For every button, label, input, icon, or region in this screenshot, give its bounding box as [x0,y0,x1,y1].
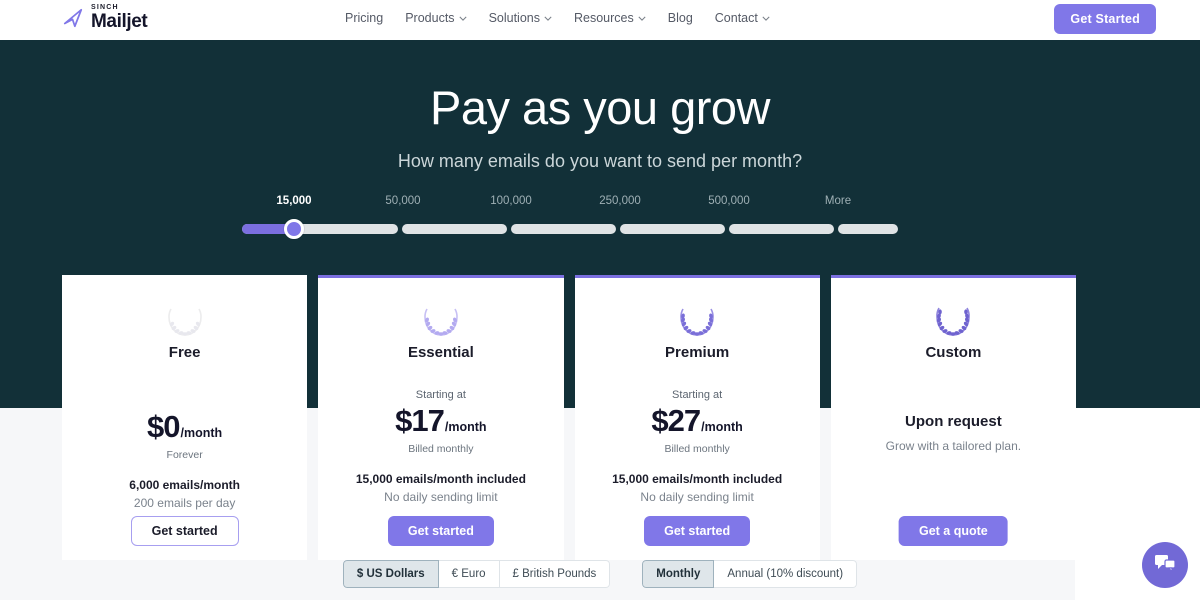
logo-sinch-text: SINCH [91,4,119,11]
nav-item-resources[interactable]: Resources [574,11,646,25]
plan-billing-note: Billed monthly [408,443,474,455]
mailjet-logo[interactable]: SINCH Mailjet [62,4,148,32]
plan-price-row: $0 /month [76,409,293,445]
plan-cta-button[interactable]: Get started [387,516,494,546]
plan-included: 6,000 emails/month [129,478,240,492]
plan-price: $27 [651,403,701,438]
plan-cta-button[interactable]: Get started [130,516,239,546]
plan-cta-button[interactable]: Get started [644,516,751,546]
plan-price-row: $17 /month [332,403,549,439]
plan-description: Grow with a tailored plan. [885,439,1022,453]
pricing-card-free: Free $0 /month Forever 6,000 emails/mont… [62,275,308,560]
plan-price-period: /month [444,420,487,434]
slider-segment [511,224,616,234]
chat-bubble-icon [1154,553,1176,578]
nav-label: Solutions [488,11,540,25]
laurel-wreath-icon [332,297,549,339]
slider-segment [838,224,898,234]
slider-tick-250000[interactable]: 250,000 [599,195,641,207]
plan-limit: 200 emails per day [133,496,236,510]
slider-tick-100000[interactable]: 100,000 [490,195,532,207]
billing-option-annual[interactable]: Annual (10% discount) [714,560,858,588]
laurel-wreath-icon [845,297,1062,339]
currency-toggle: $ US Dollars € Euro £ British Pounds [342,560,611,588]
slider-track[interactable] [242,219,898,239]
email-volume-slider[interactable]: 15,000 50,000 100,000 250,000 500,000 Mo… [242,195,898,239]
plan-price-period: /month [180,426,223,440]
pricing-page: SINCH Mailjet Pricing Products Solutions… [0,0,1200,600]
pricing-card-custom: Custom Upon request Grow with a tailored… [830,275,1077,560]
logo-mailjet-text: Mailjet [91,11,148,32]
pricing-toggles: $ US Dollars € Euro £ British Pounds Mon… [0,560,1200,588]
plan-upon-request: Upon request [905,413,1002,430]
slider-segment [729,224,834,234]
plan-price: $0 [147,409,180,444]
plan-limit: No daily sending limit [640,490,754,504]
nav-item-contact[interactable]: Contact [715,11,770,25]
nav-label: Products [405,11,455,25]
plan-starting-at: Starting at [672,389,723,401]
laurel-wreath-icon [589,297,806,339]
plan-starting-at: Starting at [415,389,466,401]
pricing-card-premium: Premium Starting at $27 /month Billed mo… [574,275,821,560]
plan-limit: No daily sending limit [384,490,498,504]
plan-included: 15,000 emails/month included [612,472,783,486]
slider-tick-more[interactable]: More [825,195,851,207]
slider-segment [620,224,725,234]
plan-billing-note: Billed monthly [664,443,730,455]
nav-label: Contact [714,11,758,25]
page-title: Pay as you grow [430,81,770,134]
plan-name: Free [168,344,201,361]
billing-period-toggle: Monthly Annual (10% discount) [642,560,858,588]
chevron-down-icon [458,16,467,21]
slider-segment [402,224,507,234]
slider-thumb[interactable] [284,219,304,239]
plan-price-period: /month [701,420,743,434]
pricing-cards: Free $0 /month Forever 6,000 emails/mont… [62,275,1077,560]
plan-name: Essential [407,344,474,361]
laurel-wreath-icon [76,297,293,339]
currency-option-usd[interactable]: $ US Dollars [342,560,439,588]
plan-billing-note: Forever [166,449,203,461]
nav-item-blog[interactable]: Blog [668,11,693,25]
nav-item-solutions[interactable]: Solutions [489,11,552,25]
nav-label: Pricing [345,11,384,25]
chevron-down-icon [544,16,552,21]
site-header: SINCH Mailjet Pricing Products Solutions… [0,0,1200,40]
main-navigation: Pricing Products Solutions Resources Blo… [345,11,770,25]
plan-cta-button[interactable]: Get a quote [898,516,1008,546]
plan-included: 15,000 emails/month included [355,472,526,486]
currency-option-gbp[interactable]: £ British Pounds [499,560,611,588]
nav-item-products[interactable]: Products [405,11,467,25]
plan-name: Custom [925,344,982,361]
slider-tick-50000[interactable]: 50,000 [385,195,420,207]
plan-price-row: $27 /month [589,403,806,439]
currency-option-eur[interactable]: € Euro [438,560,500,588]
slider-tick-labels: 15,000 50,000 100,000 250,000 500,000 Mo… [242,195,898,217]
plan-name: Premium [665,344,730,361]
nav-label: Blog [667,11,693,25]
billing-option-monthly[interactable]: Monthly [642,560,715,588]
chevron-down-icon [762,16,770,21]
hero-subtitle: How many emails do you want to send per … [397,151,803,171]
chevron-down-icon [638,16,646,21]
paper-plane-icon [62,7,84,29]
get-started-button[interactable]: Get Started [1054,4,1156,34]
slider-tick-15000[interactable]: 15,000 [276,195,311,207]
nav-item-pricing[interactable]: Pricing [345,11,383,25]
chat-widget-button[interactable] [1142,542,1188,588]
slider-tick-500000[interactable]: 500,000 [708,195,750,207]
plan-price: $17 [395,403,445,438]
pricing-card-essential: Essential Starting at $17 /month Billed … [318,275,564,560]
nav-label: Resources [574,11,634,25]
